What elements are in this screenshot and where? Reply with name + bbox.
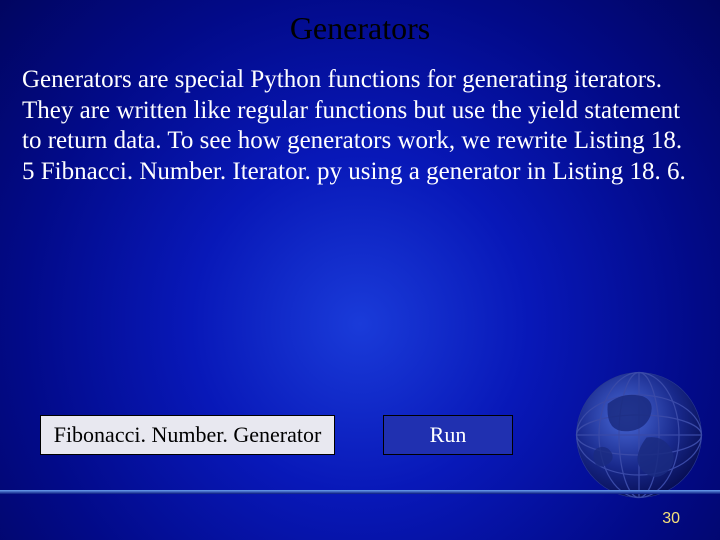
button-row: Fibonacci. Number. Generator Run xyxy=(40,415,513,455)
page-number: 30 xyxy=(662,510,680,528)
globe-icon xyxy=(564,360,714,510)
footer-divider xyxy=(0,490,720,494)
run-button[interactable]: Run xyxy=(383,415,513,455)
code-listing-button[interactable]: Fibonacci. Number. Generator xyxy=(40,415,335,455)
slide-title: Generators xyxy=(0,0,720,47)
slide-body-text: Generators are special Python functions … xyxy=(0,47,720,187)
